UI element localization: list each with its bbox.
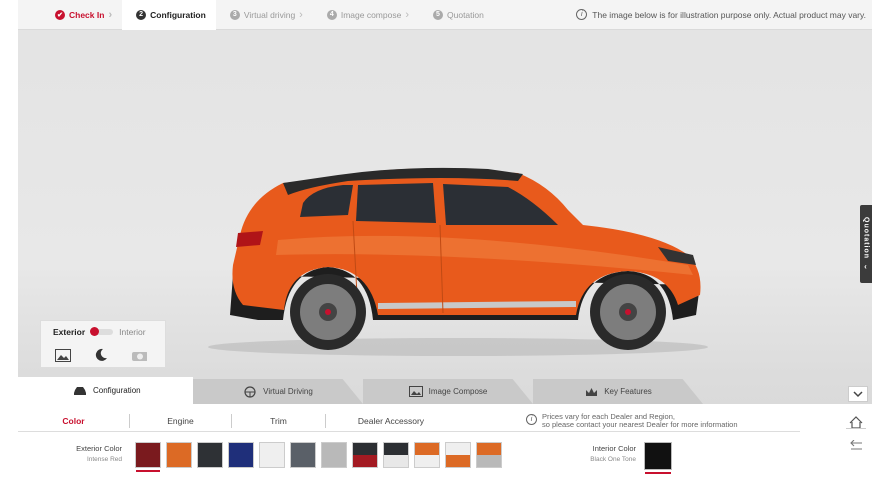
home-button[interactable] (846, 412, 866, 432)
step-label: Quotation (447, 9, 484, 20)
configurator-screen: ✔ Check In › 2 Configuration 3 Virtual d… (18, 0, 872, 481)
quotation-tab-label: Quotation (862, 216, 870, 260)
exterior-color-value: Intense Red (86, 456, 122, 463)
color-swatch[interactable] (228, 442, 254, 468)
step-number: 5 (433, 9, 443, 20)
color-swatch[interactable] (321, 442, 347, 468)
sub-tabs: Color Engine Trim Dealer Accessory (18, 414, 456, 428)
check-icon: ✔ (55, 9, 65, 20)
interior-color-value: Black One Tone (590, 456, 636, 463)
color-swatch[interactable] (383, 442, 409, 468)
return-icon (850, 440, 862, 450)
tab-label: Image Compose (428, 387, 488, 396)
step-label: Image compose (340, 9, 402, 20)
step-image-compose[interactable]: 4 Image compose › (313, 0, 419, 30)
notice-text: The image below is for illustration purp… (592, 9, 866, 20)
view-toggle-panel: Exterior Interior (40, 320, 166, 368)
color-swatch[interactable] (414, 442, 440, 468)
tab-key-features[interactable]: Key Features (533, 379, 703, 404)
chevron-left-icon: ‹ (864, 262, 868, 272)
step-number: 2 (136, 9, 147, 20)
collapse-panel-button[interactable] (848, 386, 868, 402)
color-swatch[interactable] (445, 442, 471, 468)
info-icon: i (526, 414, 537, 425)
step-label: Configuration (150, 9, 206, 20)
divider (18, 431, 800, 432)
step-bar: ✔ Check In › 2 Configuration 3 Virtual d… (18, 0, 872, 30)
price-note: i Prices vary for each Dealer and Region… (526, 413, 738, 429)
camera-icon[interactable] (131, 348, 147, 362)
step-label: Check In (69, 9, 105, 20)
color-swatch[interactable] (135, 442, 161, 472)
moon-icon[interactable] (93, 348, 109, 362)
image-icon[interactable] (55, 348, 71, 362)
configuration-panel: Color Engine Trim Dealer Accessory i Pri… (18, 404, 872, 481)
subtab-color[interactable]: Color (18, 414, 130, 428)
image-icon (408, 386, 423, 397)
chevron-right-icon: › (405, 8, 409, 21)
step-number: 4 (326, 9, 337, 20)
quotation-side-tab[interactable]: Quotation ‹ (860, 205, 872, 283)
exterior-label[interactable]: Exterior (53, 327, 85, 337)
suv-illustration (208, 167, 708, 356)
tab-virtual-driving[interactable]: Virtual Driving (193, 379, 363, 404)
back-button[interactable] (846, 436, 866, 456)
info-icon: i (576, 9, 588, 20)
exterior-swatches (135, 442, 502, 472)
chevron-down-icon (853, 390, 863, 397)
step-number: 3 (229, 9, 240, 20)
subtab-trim[interactable]: Trim (232, 414, 326, 428)
subtab-engine[interactable]: Engine (130, 414, 232, 428)
color-swatch[interactable] (290, 442, 316, 468)
home-icon (849, 415, 863, 429)
car-icon (73, 385, 87, 396)
illustration-notice: i The image below is for illustration pu… (576, 9, 872, 20)
interior-color-info: Interior Color Black One Tone (576, 444, 636, 463)
step-virtual-driving[interactable]: 3 Virtual driving › (216, 0, 313, 30)
step-label: Virtual driving (243, 9, 296, 20)
tab-label: Configuration (93, 386, 141, 395)
color-swatch[interactable] (352, 442, 378, 468)
view-switch[interactable] (90, 327, 114, 336)
tab-configuration[interactable]: Configuration (18, 377, 193, 404)
tab-label: Key Features (604, 387, 652, 396)
steering-wheel-icon (243, 385, 257, 398)
exterior-color-info: Exterior Color Intense Red (72, 444, 122, 463)
interior-color-label: Interior Color (592, 444, 636, 453)
exterior-color-label: Exterior Color (76, 444, 122, 453)
interior-label[interactable]: Interior (119, 327, 145, 337)
color-swatch[interactable] (197, 442, 223, 468)
divider (846, 428, 866, 429)
main-tabs: Configuration Virtual Driving Image Comp… (18, 377, 872, 404)
tab-image-compose[interactable]: Image Compose (363, 379, 533, 404)
interior-swatch[interactable] (644, 442, 672, 474)
car-preview[interactable] (188, 155, 728, 365)
price-note-line2: so please contact your nearest Dealer fo… (542, 420, 738, 429)
color-swatch[interactable] (166, 442, 192, 468)
tab-label: Virtual Driving (263, 387, 313, 396)
step-configuration[interactable]: 2 Configuration (122, 0, 216, 30)
color-swatch[interactable] (476, 442, 502, 468)
step-quotation[interactable]: 5 Quotation (419, 0, 494, 30)
step-check-in[interactable]: ✔ Check In › (18, 0, 122, 30)
subtab-dealer-accessory[interactable]: Dealer Accessory (326, 414, 456, 428)
chevron-right-icon: › (108, 8, 113, 21)
color-swatch[interactable] (259, 442, 285, 468)
crown-icon (584, 386, 598, 397)
chevron-right-icon: › (299, 8, 303, 21)
